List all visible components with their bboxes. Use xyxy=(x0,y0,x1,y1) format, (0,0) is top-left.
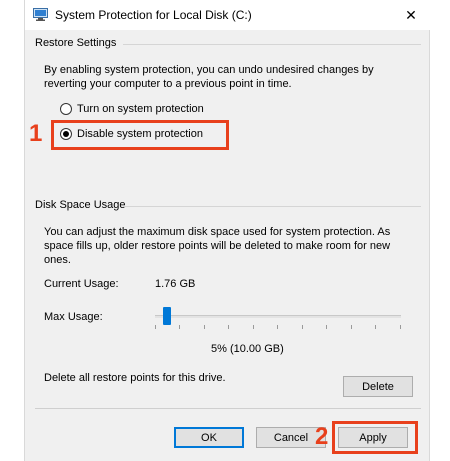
step-1-highlight-box xyxy=(51,120,229,150)
system-protection-dialog: System Protection for Local Disk (C:) ✕ … xyxy=(24,0,431,461)
max-usage-value: 5% (10.00 GB) xyxy=(211,343,284,355)
restore-settings-description: By enabling system protection, you can u… xyxy=(44,64,374,90)
max-usage-label: Max Usage: xyxy=(44,311,103,323)
disk-space-usage-label: Disk Space Usage xyxy=(35,199,126,211)
radio-button-unchecked[interactable] xyxy=(60,103,72,115)
close-icon: ✕ xyxy=(405,6,417,23)
radio-turn-on-protection[interactable]: Turn on system protection xyxy=(60,103,204,115)
step-1-label: 1 xyxy=(29,120,43,147)
current-usage-label: Current Usage: xyxy=(44,278,119,290)
ok-button[interactable]: OK xyxy=(174,427,244,448)
computer-icon xyxy=(33,8,48,21)
max-usage-slider-thumb[interactable] xyxy=(163,307,172,325)
delete-restore-points-text: Delete all restore points for this drive… xyxy=(44,372,226,384)
window-title: System Protection for Local Disk (C:) xyxy=(55,8,252,22)
disk-space-divider xyxy=(123,206,421,207)
restore-settings-label: Restore Settings xyxy=(35,37,117,49)
max-usage-slider-track[interactable] xyxy=(155,315,401,318)
step-2-highlight-box xyxy=(332,421,418,454)
restore-settings-divider xyxy=(123,44,421,45)
current-usage-value: 1.76 GB xyxy=(155,278,196,290)
delete-button[interactable]: Delete xyxy=(343,376,413,397)
close-button[interactable]: ✕ xyxy=(391,0,431,30)
title-bar: System Protection for Local Disk (C:) ✕ xyxy=(25,0,431,30)
step-2-label: 2 xyxy=(315,423,329,450)
disk-space-description: You can adjust the maximum disk space us… xyxy=(44,226,391,266)
slider-ticks xyxy=(155,325,401,329)
footer-divider xyxy=(35,408,421,409)
